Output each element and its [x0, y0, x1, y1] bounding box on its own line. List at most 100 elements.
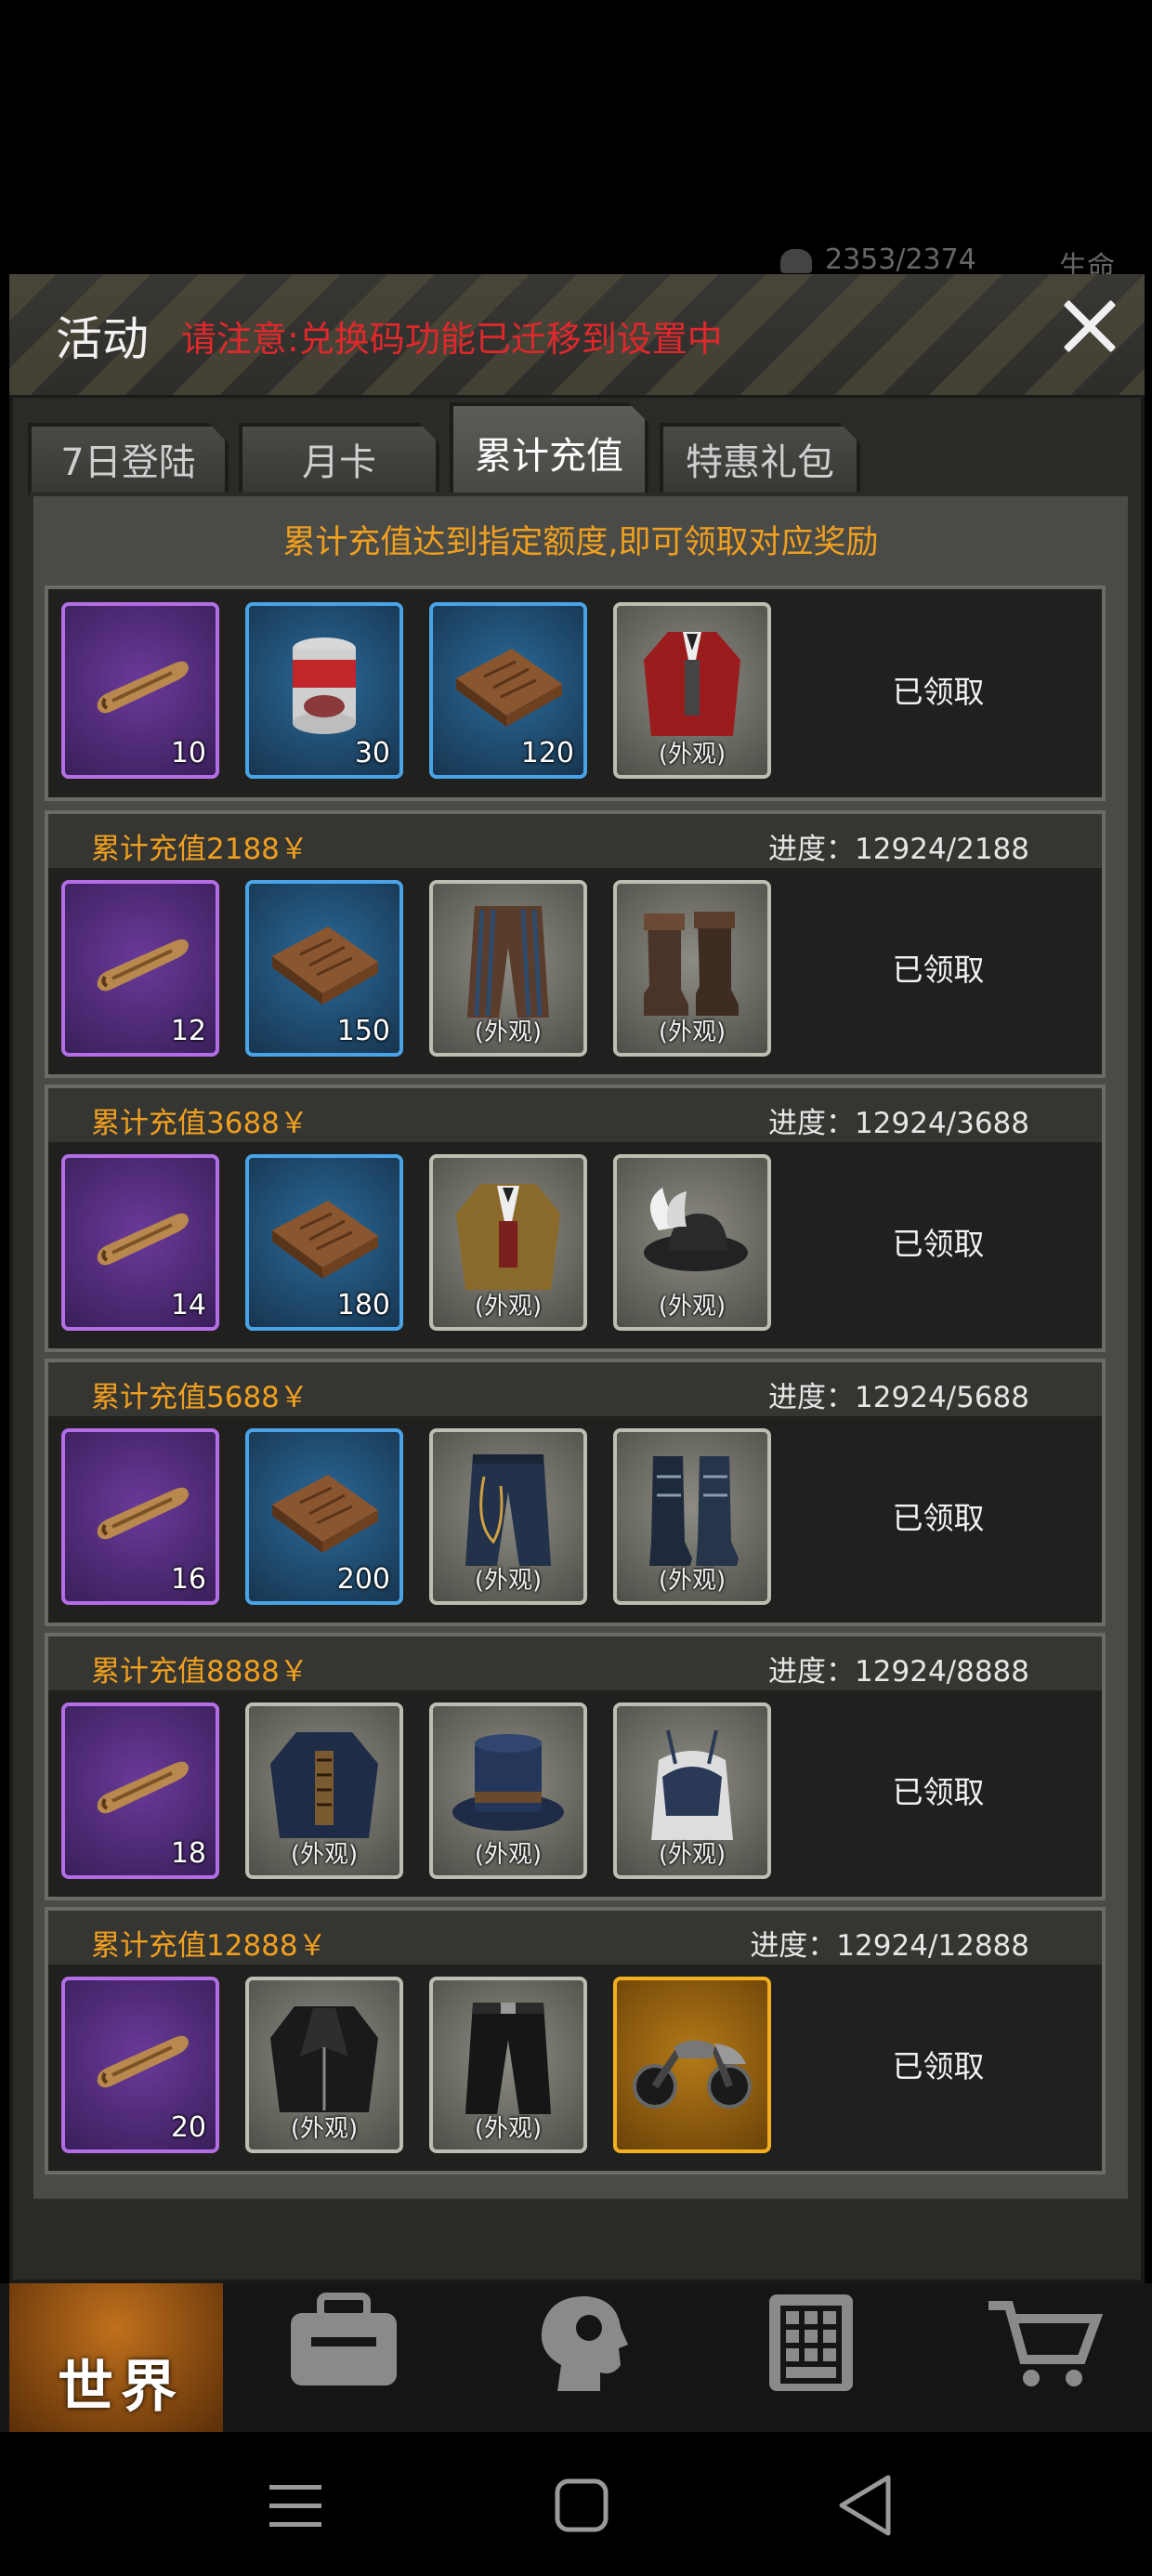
backpack-icon[interactable]: [283, 2291, 404, 2393]
reward-item-slot[interactable]: 120: [429, 602, 587, 779]
blueprint-book-icon: [272, 1201, 378, 1279]
reward-row: 累计充值3688￥ 进度：12924/3688 14 180 (外观) (外观) 已领取: [45, 1084, 1106, 1352]
reward-item-slot[interactable]: 20: [61, 1977, 219, 2153]
recharge-threshold: 累计充值8888￥: [91, 1655, 308, 1689]
reward-item-slot[interactable]: (外观): [429, 1428, 587, 1605]
back-icon[interactable]: [836, 2474, 894, 2537]
info-text: 累计充值达到指定额度,即可领取对应奖励: [282, 524, 879, 561]
reward-item-slot[interactable]: 10: [61, 602, 219, 779]
blueprint-book-icon: [456, 649, 562, 727]
claimed-status: 已领取: [892, 952, 985, 988]
cigar-icon: [97, 2035, 189, 2088]
recharge-threshold: 累计充值3688￥: [91, 1107, 308, 1140]
reward-item-slot[interactable]: 150: [245, 880, 403, 1057]
reward-row-header: 累计充值3688￥ 进度：12924/3688: [48, 1088, 1102, 1142]
tab-cumulative-recharge[interactable]: 累计充值: [450, 402, 648, 495]
claimed-status: 已领取: [892, 2048, 985, 2084]
item-count: 30: [354, 737, 390, 769]
tab-monthly-card[interactable]: 月卡: [239, 423, 439, 495]
red-coat-icon: [644, 632, 740, 736]
leather-jacket-icon: [270, 2006, 378, 2112]
reward-item-slot[interactable]: (外观): [613, 1428, 771, 1605]
item-count: 120: [520, 737, 574, 769]
claimed-status: 已领取: [892, 674, 985, 710]
reward-item-slot[interactable]: 14: [61, 1154, 219, 1331]
item-count: 20: [170, 2111, 206, 2144]
reward-row-header: 累计充值8888￥ 进度：12924/8888: [48, 1636, 1102, 1690]
reward-item-slot[interactable]: [613, 1977, 771, 2153]
cigar-icon: [97, 1487, 189, 1540]
close-icon[interactable]: [1054, 291, 1125, 361]
brown-jacket-icon: [456, 1184, 560, 1290]
reward-item-slot[interactable]: (外观): [613, 1702, 771, 1879]
menu-icon[interactable]: [268, 2479, 323, 2531]
skin-label: (外观): [290, 2115, 359, 2143]
skin-label: (外观): [658, 1293, 727, 1321]
nav-world-label: 世界: [58, 2355, 184, 2420]
motorcycle-icon: [633, 2040, 752, 2109]
recharge-threshold: 累计充值12888￥: [91, 1929, 327, 1963]
reward-row: 累计充值2188￥ 进度：12924/2188 12 150 (外观) (外观) 已领取: [45, 810, 1106, 1078]
reward-item-slot[interactable]: 12: [61, 880, 219, 1057]
skin-label: (外观): [474, 2115, 543, 2143]
tab-special-packs[interactable]: 特惠礼包: [660, 423, 860, 495]
blueprint-book-icon: [272, 927, 378, 1005]
recharge-progress: 进度：12924/8888: [768, 1655, 1029, 1689]
recharge-progress: 进度：12924/3688: [768, 1107, 1029, 1140]
reward-row: 累计充值8888￥ 进度：12924/8888 18 (外观) (外观) (外观) 已领取: [45, 1633, 1106, 1900]
reward-item-slot[interactable]: (外观): [613, 1154, 771, 1331]
skin-label: (外观): [474, 1019, 543, 1046]
shop-cart-icon[interactable]: [985, 2291, 1106, 2393]
striped-pants-icon: [467, 906, 549, 1018]
reward-row: 累计充值12888￥ 进度：12924/12888 20 (外观) (外观) 已领取: [45, 1907, 1106, 2175]
leather-pants-icon: [465, 2003, 551, 2114]
skin-label: (外观): [474, 1567, 543, 1595]
supply-icon: [780, 248, 812, 273]
skin-label: (外观): [474, 1841, 543, 1869]
item-count: 10: [170, 737, 206, 769]
item-count: 12: [170, 1015, 206, 1047]
item-count: 14: [170, 1289, 206, 1321]
reward-item-slot[interactable]: 18: [61, 1702, 219, 1879]
reward-item-slot[interactable]: (外观): [429, 1154, 587, 1331]
skin-label: (外观): [658, 1841, 727, 1869]
cigar-icon: [97, 1213, 189, 1266]
blueprint-book-icon: [272, 1475, 378, 1553]
character-head-icon[interactable]: [520, 2291, 641, 2393]
cigar-icon: [97, 1761, 189, 1814]
reward-item-slot[interactable]: (外观): [245, 1977, 403, 2153]
reward-row-header: 累计充值5688￥ 进度：12924/5688: [48, 1362, 1102, 1416]
leather-boots-icon: [644, 912, 739, 1016]
reward-item-slot[interactable]: (外观): [429, 880, 587, 1057]
corset-top-icon: [651, 1729, 733, 1840]
recharge-progress: 进度：12924/2188: [768, 833, 1029, 866]
meat-can-icon: [293, 637, 356, 734]
reward-item-slot[interactable]: 30: [245, 602, 403, 779]
tab-7day-login[interactable]: 7日登陆: [28, 423, 229, 495]
reward-item-slot[interactable]: 180: [245, 1154, 403, 1331]
skin-label: (外观): [658, 1567, 727, 1595]
reward-item-slot[interactable]: 200: [245, 1428, 403, 1605]
redeem-notice: 请注意:兑换码功能已迁移到设置中: [181, 319, 723, 360]
calculator-icon[interactable]: [753, 2291, 873, 2393]
reward-item-slot[interactable]: (外观): [429, 1977, 587, 2153]
skin-label: (外观): [658, 1019, 727, 1046]
reward-item-slot[interactable]: (外观): [429, 1702, 587, 1879]
home-icon[interactable]: [554, 2477, 609, 2533]
reward-item-slot[interactable]: (外观): [245, 1702, 403, 1879]
cigar-icon: [97, 939, 189, 992]
reward-item-slot[interactable]: 16: [61, 1428, 219, 1605]
item-count: 18: [170, 1837, 206, 1870]
recharge-threshold: 累计充值2188￥: [91, 833, 308, 866]
reward-row: 10 30 120 (外观) 已领取: [45, 585, 1106, 801]
recharge-progress: 进度：12924/12888: [750, 1929, 1029, 1963]
reward-row-header: 累计充值12888￥ 进度：12924/12888: [48, 1911, 1102, 1965]
item-count: 150: [336, 1015, 390, 1047]
item-count: 180: [336, 1289, 390, 1321]
modal-title: 活动: [56, 312, 149, 366]
reward-row: 累计充值5688￥ 进度：12924/5688 16 200 (外观) (外观) 已领取: [45, 1359, 1106, 1626]
reward-item-slot[interactable]: (外观): [613, 602, 771, 779]
tall-boots-icon: [649, 1456, 739, 1566]
reward-item-slot[interactable]: (外观): [613, 880, 771, 1057]
item-count: 16: [170, 1563, 206, 1596]
